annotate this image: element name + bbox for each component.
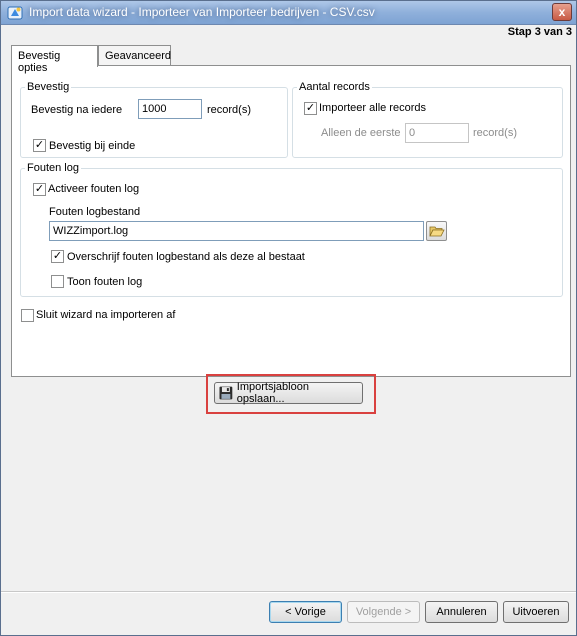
next-button[interactable]: Volgende > — [347, 601, 420, 623]
floppy-disk-icon — [219, 386, 233, 400]
next-button-label: Volgende > — [355, 606, 412, 618]
overschrijf-logbestand-label: Overschrijf fouten logbestand als deze a… — [67, 251, 305, 263]
bevestig-na-iedere-label: Bevestig na iedere — [31, 104, 123, 116]
tab-panel-bevestig-opties: Bevestig Bevestig na iedere record(s) ✓ … — [11, 65, 571, 377]
wizard-app-icon — [7, 6, 23, 20]
wizard-window: Import data wizard - Importeer van Impor… — [0, 0, 577, 636]
footer-separator — [1, 591, 576, 593]
toon-fouten-log-checkbox[interactable] — [51, 275, 64, 288]
group-bevestig-legend: Bevestig — [27, 81, 70, 93]
save-template-button[interactable]: Importsjabloon opslaan... — [214, 381, 363, 405]
open-folder-icon — [428, 226, 445, 237]
checkmark-icon: ✓ — [305, 102, 316, 114]
back-button[interactable]: < Vorige — [269, 601, 342, 623]
activeer-fouten-log-checkbox[interactable]: ✓ — [33, 183, 46, 196]
bevestig-unit-label: record(s) — [207, 104, 252, 116]
toon-fouten-log-label: Toon fouten log — [67, 276, 143, 288]
tab-bevestig-opties[interactable]: Bevestig opties — [11, 45, 98, 74]
fouten-logbestand-label: Fouten logbestand — [49, 206, 141, 218]
browse-logbestand-button[interactable] — [426, 221, 447, 241]
group-aantal-records: Aantal records — [292, 81, 563, 158]
execute-button-label: Uitvoeren — [512, 606, 560, 618]
group-fouten-legend: Fouten log — [27, 162, 79, 174]
cancel-button-label: Annuleren — [436, 606, 487, 618]
checkmark-icon: ✓ — [52, 250, 63, 262]
overschrijf-logbestand-checkbox[interactable]: ✓ — [51, 250, 64, 263]
alleen-de-eerste-unit-label: record(s) — [473, 127, 518, 139]
group-aantal-legend: Aantal records — [299, 81, 370, 93]
save-template-label: Importsjabloon opslaan... — [236, 381, 309, 405]
checkmark-icon: ✓ — [34, 183, 45, 195]
activeer-fouten-log-label: Activeer fouten log — [48, 183, 140, 195]
alleen-de-eerste-input[interactable] — [405, 123, 469, 143]
tab-geavanceerd[interactable]: Geavanceerd — [98, 45, 171, 66]
cancel-button[interactable]: Annuleren — [425, 601, 498, 623]
importeer-alle-records-checkbox[interactable]: ✓ — [304, 102, 317, 115]
alleen-de-eerste-label: Alleen de eerste — [321, 127, 401, 139]
bevestig-bij-einde-label: Bevestig bij einde — [49, 140, 136, 152]
execute-button[interactable]: Uitvoeren — [503, 601, 569, 623]
checkmark-icon: ✓ — [34, 139, 45, 151]
tab-label: Geavanceerd — [105, 50, 172, 62]
back-button-label: < Vorige — [285, 606, 326, 618]
step-indicator: Stap 3 van 3 — [507, 26, 572, 38]
importeer-alle-records-label: Importeer alle records — [319, 102, 426, 114]
sluit-wizard-label: Sluit wizard na importeren af — [36, 309, 176, 321]
sluit-wizard-checkbox[interactable] — [21, 309, 34, 322]
close-icon: x — [558, 5, 566, 19]
bevestig-bij-einde-checkbox[interactable]: ✓ — [33, 139, 46, 152]
close-button[interactable]: x — [552, 3, 572, 21]
window-title: Import data wizard - Importeer van Impor… — [29, 5, 375, 19]
title-bar[interactable]: Import data wizard - Importeer van Impor… — [1, 1, 576, 25]
fouten-logbestand-input[interactable] — [49, 221, 424, 241]
bevestig-na-iedere-input[interactable] — [138, 99, 202, 119]
